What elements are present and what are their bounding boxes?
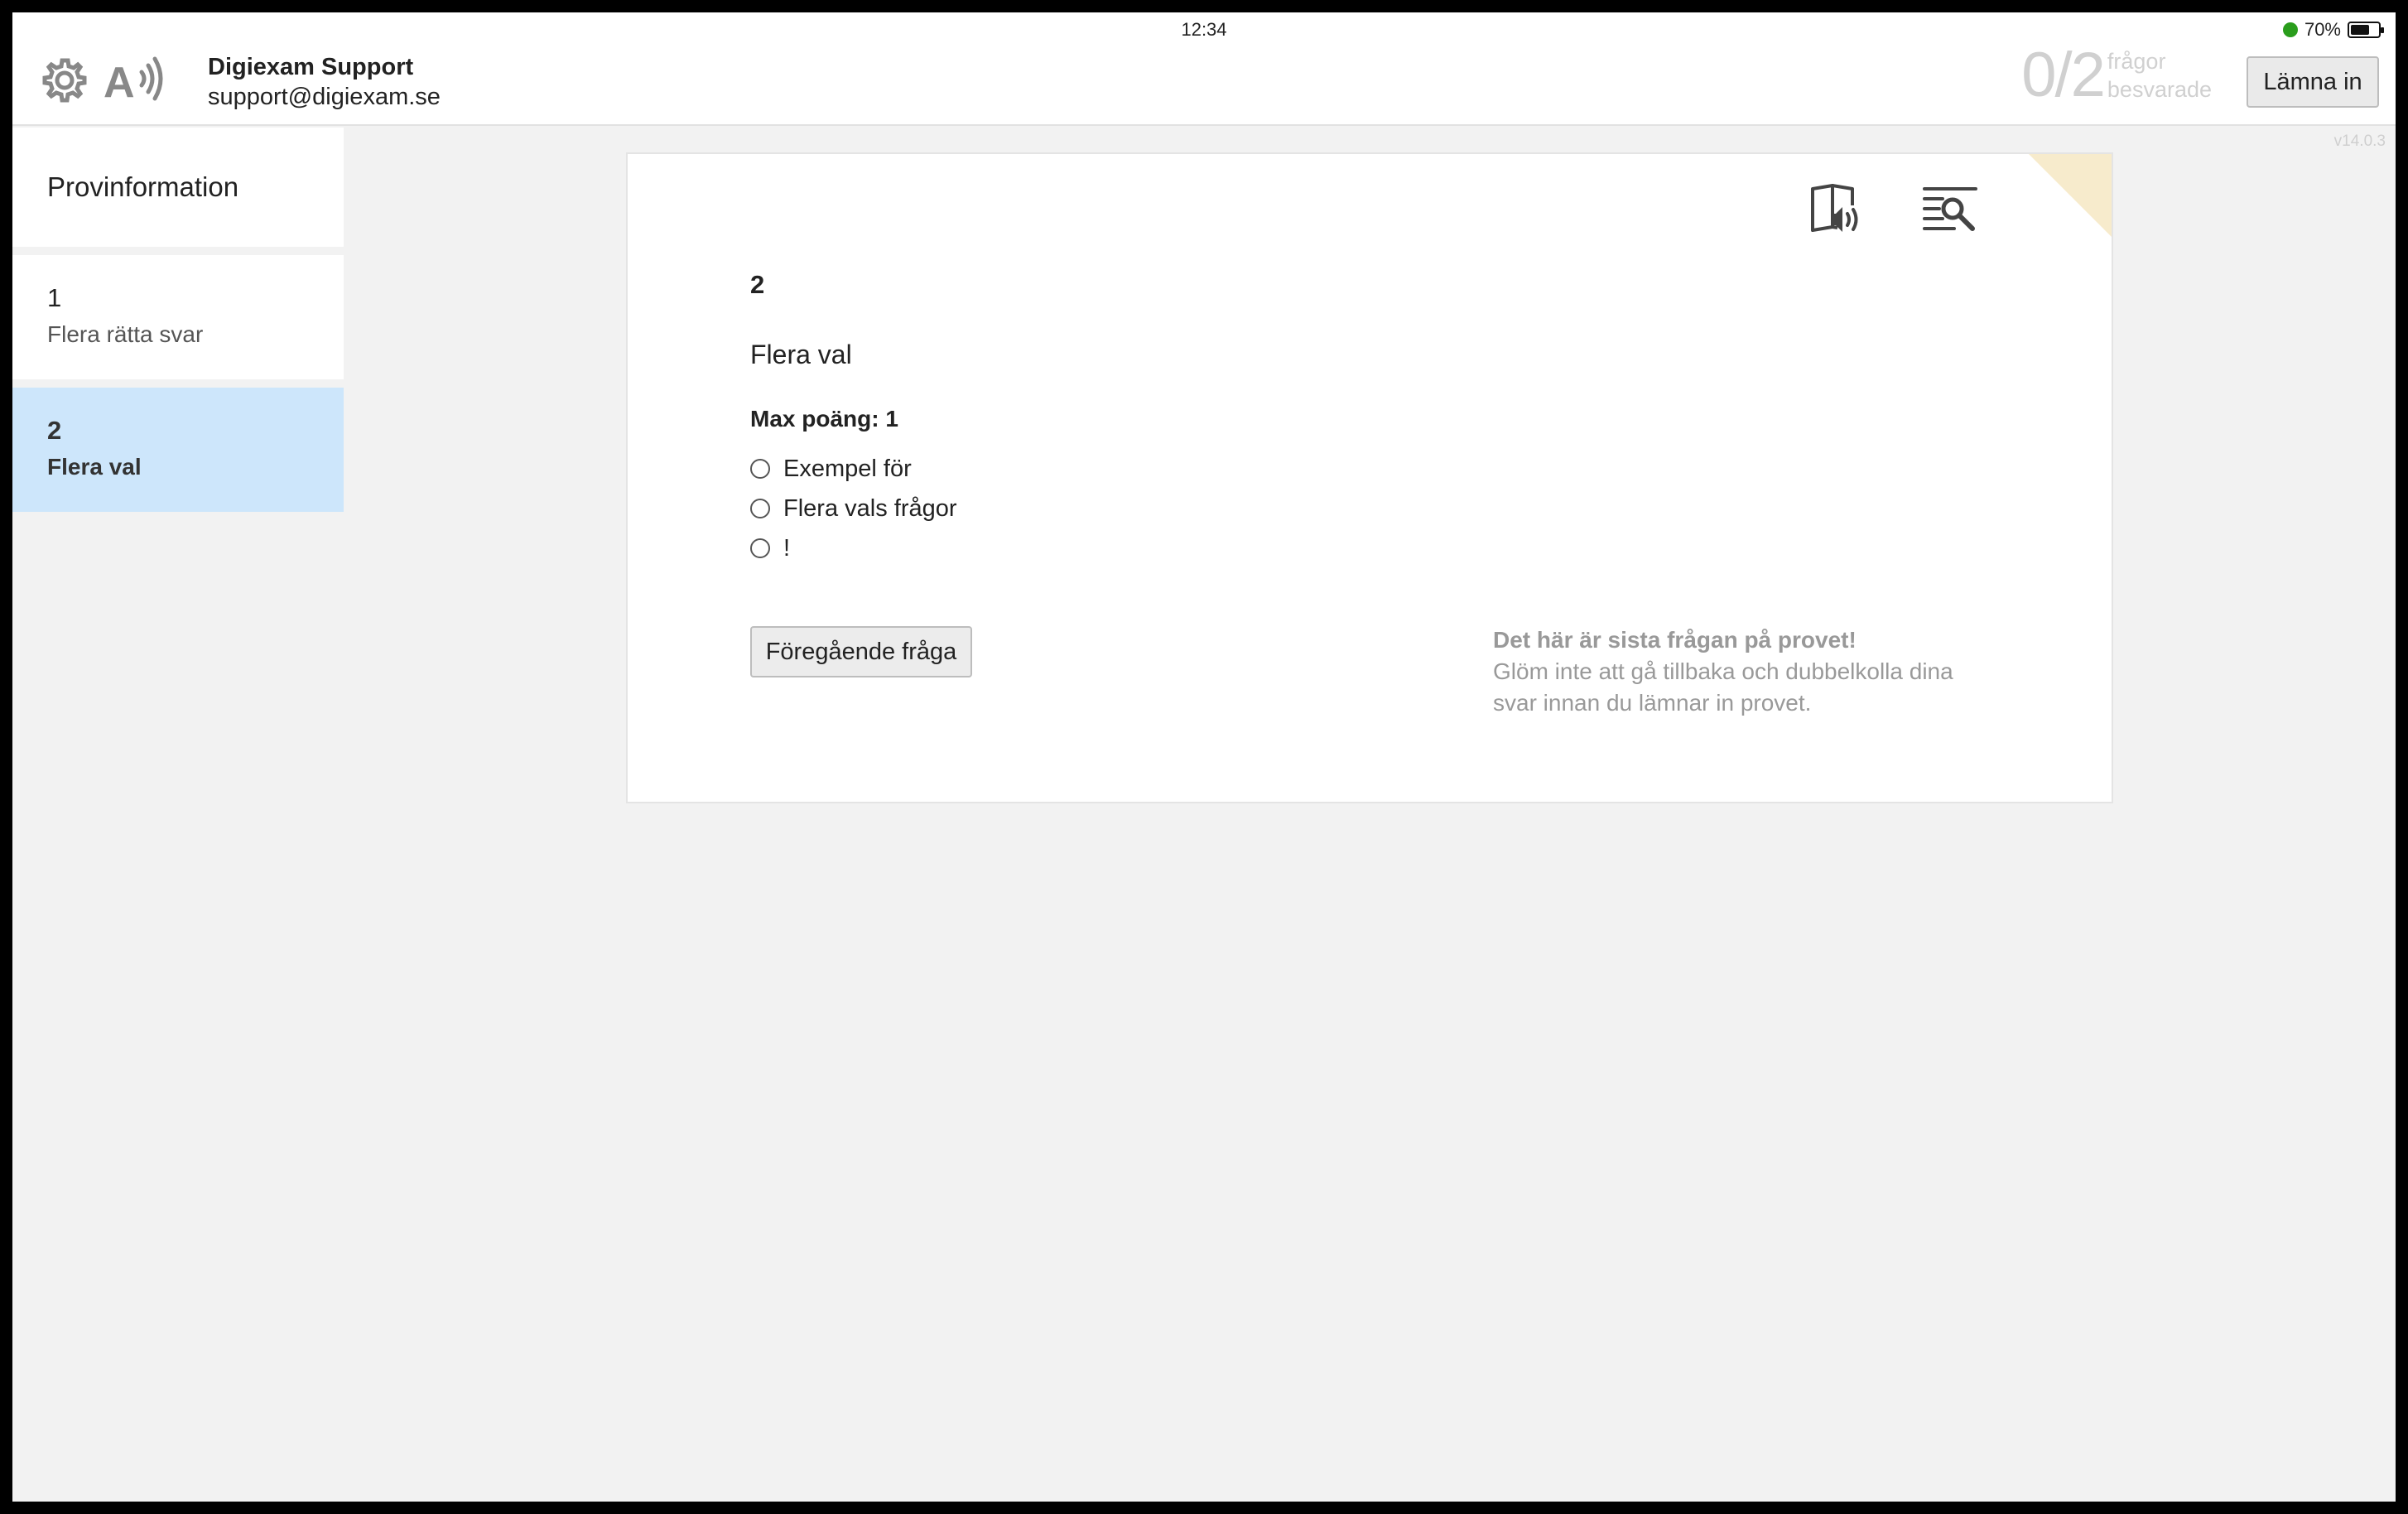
radio-button[interactable] [750, 538, 770, 558]
question-title: Flera val [750, 340, 852, 369]
sidebar-item-question-1[interactable]: 1 Flera rätta svar [12, 255, 344, 379]
answer-options: Exempel för Flera vals frågor ! [750, 449, 957, 568]
svg-text:A: A [104, 59, 135, 107]
recording-dot-icon [2282, 22, 2298, 37]
last-question-note: Det här är sista frågan på provet! Glöm … [1493, 624, 1990, 719]
search-lines-icon[interactable] [1921, 184, 1979, 235]
corner-fold [2029, 154, 2112, 237]
progress-label-line1: frågor [2107, 49, 2166, 74]
radio-button[interactable] [750, 459, 770, 479]
question-number: 2 [750, 270, 765, 299]
sidebar-item-label: Provinformation [47, 171, 239, 202]
submit-button[interactable]: Lämna in [2247, 56, 2379, 108]
progress-label-line2: besvarade [2107, 77, 2212, 102]
sidebar-question-title: Flera rätta svar [47, 321, 204, 347]
max-points: Max poäng: 1 [750, 406, 898, 432]
sidebar-question-number: 1 [47, 283, 62, 312]
version-label: v14.0.3 [2333, 133, 2386, 150]
last-question-title: Det här är sista frågan på provet! [1493, 627, 1857, 653]
sidebar-question-number: 2 [47, 416, 62, 445]
radio-button[interactable] [750, 499, 770, 518]
gear-icon[interactable] [40, 55, 89, 105]
answer-option[interactable]: Exempel för [750, 449, 957, 489]
answer-option-label: ! [783, 534, 791, 562]
answer-option-label: Exempel för [783, 455, 912, 482]
battery-fill [2351, 25, 2370, 35]
answer-option[interactable]: Flera vals frågor [750, 489, 957, 528]
last-question-text: Glöm inte att gå tillbaka och dubbelkoll… [1493, 658, 1953, 716]
progress-count: 0/2 [2021, 40, 2106, 110]
app-window: 12:34 70% A Digiexam Support support@dig… [12, 12, 2396, 1502]
status-indicators: 70% [2282, 19, 2384, 41]
status-time: 12:34 [1181, 19, 1227, 40]
user-email: support@digiexam.se [208, 84, 441, 110]
text-to-speech-icon[interactable]: A [104, 54, 170, 107]
battery-percent: 70% [2304, 19, 2341, 40]
user-name: Digiexam Support [208, 54, 414, 80]
sidebar-item-exam-info[interactable]: Provinformation [12, 128, 344, 247]
audio-book-icon[interactable] [1808, 181, 1866, 239]
answered-progress: 0/2 frågor besvarade [2021, 44, 2212, 107]
header: 12:34 70% A Digiexam Support support@dig… [12, 12, 2396, 126]
sidebar: Provinformation 1 Flera rätta svar 2 Fle… [12, 128, 344, 520]
sidebar-item-question-2[interactable]: 2 Flera val [12, 388, 344, 512]
answer-option[interactable]: ! [750, 528, 957, 568]
answer-option-label: Flera vals frågor [783, 494, 957, 522]
battery-icon [2348, 22, 2384, 38]
previous-question-button[interactable]: Föregående fråga [750, 626, 972, 677]
question-card: 2 Flera val Max poäng: 1 Exempel för Fle… [626, 152, 2113, 803]
progress-label: frågor besvarade [2107, 47, 2212, 104]
sidebar-question-title: Flera val [47, 454, 142, 480]
